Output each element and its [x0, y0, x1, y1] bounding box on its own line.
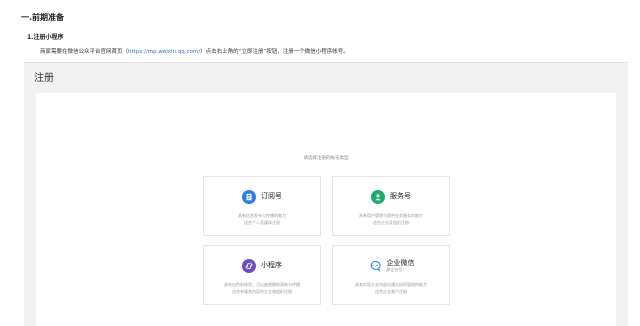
- register-panel: 请选择注册的帐号类型 订阅号 具有信息发布与传播的能力 适合个人及媒体注册 服务…: [36, 93, 616, 326]
- mini-program-icon: [242, 259, 256, 273]
- desc-line: 具有实现企业内部沟通与协同管理的能力: [355, 282, 427, 287]
- card-subscription[interactable]: 订阅号 具有信息发布与传播的能力 适合个人及媒体注册: [203, 176, 321, 236]
- desc-line: 适合企业客户注册: [375, 288, 407, 294]
- card-description: 具有实现企业内部沟通与协同管理的能力 适合企业客户注册: [337, 282, 445, 296]
- document-icon: [242, 190, 256, 204]
- chat-bubbles-icon: [368, 259, 382, 273]
- page-title: 注册: [34, 73, 54, 84]
- desc-line: 适合个人及媒体注册: [244, 219, 280, 225]
- card-title: 小程序: [261, 261, 282, 270]
- card-work-wechat[interactable]: 企业微信 原企业号 具有实现企业内部沟通与协同管理的能力 适合企业客户注册: [332, 245, 450, 305]
- paragraph-text-before: 商家需要在微信公众平台官网首页（: [40, 49, 129, 55]
- paragraph-text-after: ）点击右上角的“立即注册”按钮，注册一个微信小程序帐号。: [200, 49, 349, 55]
- card-description: 具有信息发布与传播的能力 适合个人及媒体注册: [208, 213, 316, 227]
- card-mini-program[interactable]: 小程序 具有出色的体验，可以被便捷地获取与传播 适合有服务内容的企业和组织注册: [203, 245, 321, 305]
- account-type-hint: 请选择注册的帐号类型: [303, 156, 349, 161]
- paragraph-link[interactable]: https://mp.weixin.qq.com/: [128, 49, 200, 55]
- card-description: 具有出色的体验，可以被便捷地获取与传播 适合有服务内容的企业和组织注册: [208, 282, 316, 296]
- user-icon: [371, 190, 385, 204]
- card-title: 订阅号: [261, 192, 282, 201]
- doc-subheading: 1.注册小程序: [27, 34, 64, 41]
- desc-line: 适合企业及组织注册: [373, 219, 409, 225]
- card-subtitle: 原企业号: [386, 266, 403, 272]
- desc-line: 具有信息发布与传播的能力: [238, 213, 286, 218]
- card-service[interactable]: 服务号 具有用户管理与提供业务服务的能力 适合企业及组织注册: [332, 176, 450, 236]
- desc-line: 具有用户管理与提供业务服务的能力: [359, 213, 423, 218]
- desc-line: 适合有服务内容的企业和组织注册: [232, 288, 292, 294]
- doc-heading: 一.前期准备: [21, 13, 65, 22]
- card-title: 服务号: [390, 192, 411, 201]
- desc-line: 具有出色的体验，可以被便捷地获取与传播: [224, 282, 300, 287]
- card-description: 具有用户管理与提供业务服务的能力 适合企业及组织注册: [337, 213, 445, 227]
- register-screenshot: 注册 请选择注册的帐号类型 订阅号 具有信息发布与传播的能力 适合个人及媒体注册: [24, 62, 628, 326]
- doc-paragraph: 商家需要在微信公众平台官网首页（https://mp.weixin.qq.com…: [40, 47, 349, 55]
